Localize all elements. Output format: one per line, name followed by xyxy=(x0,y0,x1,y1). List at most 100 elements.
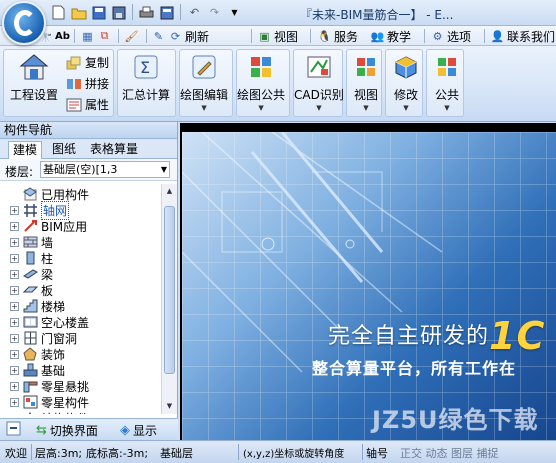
column-icon xyxy=(22,251,38,266)
splash-canvas: 完全自主研发的1C 整合算量平台，所有工作在 JZ5U绿色下载 xyxy=(182,132,556,440)
brush-button[interactable]: 🖌 xyxy=(124,28,139,44)
expand-icon[interactable]: + xyxy=(10,269,19,279)
common-label: 公共 xyxy=(434,88,459,102)
floor-select[interactable]: 基础层(空)[1,3 ▼ xyxy=(40,161,170,178)
ribbon-group-view: 视图 ▼ xyxy=(346,49,382,117)
decoration-icon xyxy=(22,347,38,362)
expand-icon[interactable]: + xyxy=(10,365,19,375)
view-button[interactable]: 视图 ▼ xyxy=(351,52,381,112)
menu-service[interactable]: 🐧 服务 xyxy=(317,28,358,44)
tab-modeling[interactable]: 建模 xyxy=(8,141,43,159)
expand-icon[interactable]: + xyxy=(10,221,19,231)
ribbon-group-drawing-edit: 绘图编辑 ▼ xyxy=(179,49,233,117)
export-icon[interactable] xyxy=(158,4,175,21)
menu-refresh[interactable]: ⟳ 刷新 xyxy=(168,28,209,44)
door-window-icon xyxy=(22,331,38,346)
expand-icon[interactable]: + xyxy=(10,205,19,215)
scroll-up-icon[interactable]: ▲ xyxy=(163,185,176,198)
palette-grid-icon xyxy=(246,52,276,82)
chevron-down-icon: ▼ xyxy=(258,104,264,112)
tree-item[interactable]: + 装饰 xyxy=(0,346,65,362)
cad-recognize-button[interactable]: CAD识别 ▼ xyxy=(294,52,344,112)
tree-item[interactable]: + 柱 xyxy=(0,250,53,266)
expand-icon[interactable]: + xyxy=(10,301,19,311)
summary-calc-button[interactable]: Σ 汇总计算 xyxy=(122,52,170,103)
scroll-thumb[interactable] xyxy=(164,206,175,374)
status-welcome: 欢迎 xyxy=(5,447,27,460)
open-folder-icon[interactable] xyxy=(70,4,87,21)
layout-button[interactable]: ▦ xyxy=(80,28,95,44)
expand-icon[interactable]: + xyxy=(10,253,19,263)
display-button[interactable]: ◈ 显示 xyxy=(120,421,157,439)
collapse-panel-button[interactable] xyxy=(6,421,21,439)
tab-table-calc[interactable]: 表格算量 xyxy=(86,141,142,159)
expand-icon[interactable]: + xyxy=(10,381,19,391)
toolbar-separator xyxy=(132,4,133,20)
tree-item-label: 装饰 xyxy=(41,347,66,362)
status-separator xyxy=(362,444,363,460)
tree-item-label: 墙 xyxy=(41,235,54,250)
text-tool-button[interactable]: Ab xyxy=(55,28,70,44)
expand-icon[interactable]: + xyxy=(10,413,19,414)
scroll-down-icon[interactable]: ▼ xyxy=(163,400,176,413)
tree-item[interactable]: + 轴网 xyxy=(0,200,70,220)
chevron-down-icon: ▼ xyxy=(316,104,322,112)
project-settings-button[interactable]: 工程设置 xyxy=(10,52,58,103)
tree-item-label: BIM应用 xyxy=(41,219,88,234)
stitch-label: 拼接 xyxy=(85,77,110,91)
properties-button[interactable]: 属性 xyxy=(66,96,109,113)
undo-icon[interactable]: ↶ xyxy=(186,4,203,21)
customize-icon[interactable]: ▼ xyxy=(226,4,243,21)
new-file-icon[interactable] xyxy=(50,4,67,21)
tree-item[interactable]: + 板 xyxy=(0,282,53,298)
main-view[interactable]: 完全自主研发的1C 整合算量平台，所有工作在 JZ5U绿色下载 xyxy=(180,123,556,440)
tree-scrollbar[interactable]: ▲ ▼ xyxy=(161,184,177,414)
switch-view-label: 切换界面 xyxy=(49,423,98,438)
menu-view[interactable]: ▣ 视图 xyxy=(257,28,298,44)
tab-drawings[interactable]: 图纸 xyxy=(48,141,80,159)
tree-item[interactable]: + 空心楼盖 xyxy=(0,314,89,330)
refresh-icon: ⟳ xyxy=(170,29,181,43)
menu-contact[interactable]: 👤 联系我们 xyxy=(490,28,555,44)
status-axis-no[interactable]: 轴号 xyxy=(366,445,388,461)
save-as-icon[interactable] xyxy=(110,4,127,21)
app-menu-button[interactable] xyxy=(2,1,46,45)
common-button[interactable]: 公共 ▼ xyxy=(432,52,462,112)
blueprint-lines xyxy=(182,132,443,373)
save-icon[interactable] xyxy=(90,4,107,21)
expand-icon[interactable]: + xyxy=(10,285,19,295)
view-grid-icon xyxy=(351,52,381,82)
chevron-down-icon: ▼ xyxy=(363,104,369,112)
expand-icon[interactable]: + xyxy=(10,237,19,247)
tree-item[interactable]: + 墙 xyxy=(0,234,53,250)
expand-icon[interactable]: + xyxy=(10,397,19,407)
expand-icon[interactable]: + xyxy=(10,333,19,343)
tree-item[interactable]: + 楼梯 xyxy=(0,298,65,314)
tree-item[interactable]: + 零星构件 xyxy=(0,394,89,410)
expand-icon[interactable]: + xyxy=(10,349,19,359)
tree-item[interactable]: + BIM应用 xyxy=(0,218,87,234)
menu-teaching-label: 教学 xyxy=(387,29,412,44)
drawing-edit-button[interactable]: 绘图编辑 ▼ xyxy=(180,52,228,112)
text-tool-icon: Ab xyxy=(55,30,70,42)
axis-grid-icon xyxy=(22,203,38,218)
tree-item[interactable]: + 零星悬挑 xyxy=(0,378,89,394)
drawing-common-button[interactable]: 绘图公共 ▼ xyxy=(237,52,285,112)
redo-icon[interactable]: ↷ xyxy=(206,4,223,21)
component-button[interactable]: ⧉ xyxy=(97,28,112,44)
copy-button[interactable]: 复制 xyxy=(66,54,109,71)
expand-icon[interactable]: + xyxy=(10,317,19,327)
stitch-button[interactable]: 拼接 xyxy=(66,75,109,92)
menu-options[interactable]: ⚙ 选项 xyxy=(430,28,471,44)
switch-view-button[interactable]: ⇆ 切换界面 xyxy=(36,421,98,439)
tree-item[interactable]: + 梁 xyxy=(0,266,53,282)
print-icon[interactable] xyxy=(138,4,155,21)
stairs-icon xyxy=(22,299,38,314)
house-icon xyxy=(19,52,49,82)
tree-item[interactable]: + 门窗洞 xyxy=(0,330,77,346)
tree-item[interactable]: + 结构构件 xyxy=(0,410,89,414)
draw-button[interactable]: ✎ xyxy=(151,28,166,44)
tree-item[interactable]: + 基础 xyxy=(0,362,65,378)
modify-button[interactable]: 修改 ▼ xyxy=(391,52,421,112)
menu-teaching[interactable]: 👥 教学 xyxy=(370,28,411,44)
